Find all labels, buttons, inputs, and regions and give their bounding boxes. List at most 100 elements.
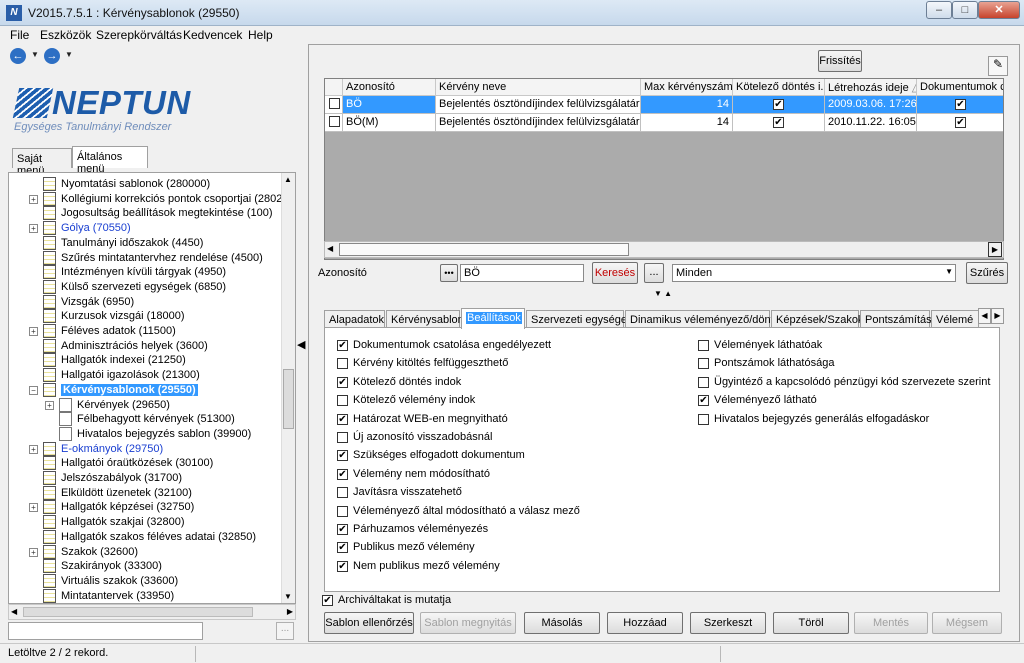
back-icon[interactable]: ← (10, 48, 26, 64)
tree-item[interactable]: Szakirányok (33300) (9, 559, 281, 574)
tree-item[interactable]: Vizsgák (6950) (9, 294, 281, 310)
column-header[interactable]: Létrehozás ideje △ (825, 79, 917, 96)
tree-item[interactable]: + E-okmányok (29750) (9, 441, 281, 457)
tree-item[interactable]: Hivatalos bejegyzés sablon (39900) (9, 426, 281, 442)
tree-item[interactable]: Hallgatói óraütközések (30100) (9, 456, 281, 471)
sablon-ellenorzes-button[interactable]: Sablon ellenőrzés (324, 612, 414, 634)
checkbox-box[interactable]: ✔ (337, 413, 348, 425)
checkbox-box[interactable] (337, 432, 348, 443)
tree-item[interactable]: + Féléves adatok (11500) (9, 324, 281, 339)
tree-item[interactable]: + Hallgatók képzései (32750) (9, 500, 281, 515)
row-select-checkbox[interactable] (325, 114, 343, 132)
chevron-down-icon[interactable]: ▼ (945, 267, 953, 276)
menu-file[interactable]: File (10, 28, 29, 42)
checkbox-box[interactable] (698, 376, 709, 388)
lookup-button[interactable]: ••• (440, 264, 458, 282)
menu-help[interactable]: Help (248, 28, 273, 42)
eraser-icon[interactable]: ✎ (988, 56, 1008, 76)
checkbox-box[interactable] (698, 413, 709, 425)
row-select-checkbox[interactable] (325, 96, 343, 114)
tree-item[interactable]: Virtuális szakok (33600) (9, 573, 281, 589)
expand-icon[interactable]: + (29, 503, 38, 513)
checkbox-box[interactable]: ✔ (698, 395, 709, 407)
minimize-icon[interactable]: – (926, 1, 952, 19)
maximize-icon[interactable]: □ (952, 1, 978, 19)
checkbox-box[interactable] (337, 487, 348, 499)
tree-item[interactable]: Hallgatói igazolások (21300) (9, 368, 281, 383)
grid-hscroll-thumb[interactable] (339, 243, 629, 256)
checkbox-box[interactable]: ✔ (337, 450, 348, 462)
checkbox-box[interactable] (698, 358, 709, 370)
column-header[interactable]: Max kérvényszám (641, 79, 733, 96)
tab-kepzesek-szakok[interactable]: Képzések/Szakok (771, 310, 863, 328)
forward-icon[interactable]: → (44, 48, 60, 64)
tree-item[interactable]: Elküldött üzenetek (32100) (9, 485, 281, 501)
tree-item[interactable]: Tanulmányi időszakok (4450) (9, 235, 281, 251)
tree-item[interactable]: Hallgatók szakos féléves adatai (32850) (9, 529, 281, 545)
tree-item[interactable]: + Kollégiumi korrekciós pontok csoportjai… (9, 191, 295, 207)
masolas-button[interactable]: Másolás (524, 612, 600, 634)
column-header[interactable]: Azonosító (343, 79, 436, 96)
checkbox-box[interactable]: ✔ (337, 542, 348, 554)
tab-alapadatok[interactable]: Alapadatok (324, 310, 385, 328)
checkbox-box[interactable] (337, 505, 348, 517)
archive-checkbox-box[interactable]: ✔ (322, 595, 333, 606)
refresh-button[interactable]: Frissítés (818, 50, 862, 72)
filter-select[interactable]: Minden ▼ (672, 264, 956, 282)
tree-item[interactable]: Nyomtatási sablonok (280000) (9, 177, 281, 192)
tree-item[interactable]: Félbehagyott kérvények (51300) (9, 412, 281, 427)
hozzaad-button[interactable]: Hozzáad (607, 612, 683, 634)
collapse-up-icon[interactable]: ▲ (664, 289, 672, 298)
scroll-left-icon[interactable]: ◀ (327, 244, 333, 253)
expand-icon[interactable]: + (45, 400, 54, 410)
tree-item[interactable]: + Gólya (70550) (9, 221, 281, 236)
tree-item[interactable]: + Kérvények (29650) (9, 397, 281, 413)
scroll-right-icon[interactable]: ▶ (988, 242, 1002, 257)
expand-icon[interactable]: + (29, 327, 38, 336)
tree-item[interactable]: Intézményen kívüli tárgyak (4950) (9, 265, 281, 280)
search-button[interactable]: Keresés (592, 262, 638, 284)
tab-scroll-right-icon[interactable]: ▶ (991, 308, 1004, 324)
checkbox-box[interactable]: ✔ (337, 468, 348, 480)
column-header[interactable]: Dokumentumok c... (917, 79, 1003, 96)
tree-item[interactable]: Jogosultság beállítások megtekintése (10… (9, 206, 281, 221)
expand-icon[interactable]: + (29, 224, 38, 234)
tab-scroll-left-icon[interactable]: ◀ (978, 308, 991, 324)
tab-sajat-menu[interactable]: Saját menü (12, 148, 72, 177)
column-header[interactable]: Kérvény neve (436, 79, 641, 96)
scroll-down-icon[interactable]: ▼ (284, 592, 292, 601)
back-dropdown-icon[interactable]: ▼ (31, 50, 39, 59)
torol-button[interactable]: Töröl (773, 612, 849, 634)
menu-szerepkorvaltas[interactable]: Szerepkörváltás (96, 28, 182, 42)
tree-item[interactable]: Jelszószabályok (31700) (9, 471, 281, 486)
tab-kervenysablon[interactable]: Kérvénysablon (386, 310, 464, 328)
filter-options-button[interactable]: ... (644, 263, 664, 283)
checkbox-box[interactable] (337, 358, 348, 370)
tab-pontszamitas[interactable]: Pontszámítás (860, 310, 932, 328)
collapse-down-icon[interactable]: ▼ (654, 289, 662, 298)
tab-dinamikus-velemenyezo[interactable]: Dinamikus véleményező/döntő (625, 310, 780, 328)
expand-icon[interactable]: + (29, 547, 38, 557)
tree-vertical-scrollbar[interactable]: ▲ ▼ (281, 173, 295, 603)
tab-velemeny[interactable]: Vélemé (931, 310, 979, 328)
tab-beallitasok[interactable]: Beállítások (461, 308, 525, 329)
filter-button[interactable]: Szűrés (966, 262, 1008, 284)
sablon-megnyitas-button[interactable]: Sablon megnyitás (420, 612, 516, 634)
checkbox-box[interactable]: ✔ (337, 340, 348, 351)
tree-item[interactable]: Mintatantervek (33950) (9, 588, 281, 603)
search-input[interactable]: BÖ (460, 264, 584, 282)
checkbox-box[interactable]: ✔ (337, 560, 348, 572)
tree-item[interactable]: Adminisztrációs helyek (3600) (9, 338, 281, 354)
tree-item[interactable]: Hallgatók szakjai (32800) (9, 515, 281, 530)
column-header[interactable]: Kötelező döntés i... (733, 79, 825, 96)
tree-item[interactable]: Szűrés mintatantervhez rendelése (4500) (9, 250, 281, 266)
tree-item[interactable]: + Szakok (32600) (9, 544, 281, 560)
expand-icon[interactable]: + (29, 444, 38, 454)
forward-dropdown-icon[interactable]: ▼ (65, 50, 73, 59)
megsem-button[interactable]: Mégsem (932, 612, 1002, 634)
checkbox-box[interactable]: ✔ (337, 376, 348, 388)
tree-item[interactable]: Hallgatók indexei (21250) (9, 353, 281, 368)
checkbox-box[interactable] (337, 395, 348, 407)
scroll-up-icon[interactable]: ▲ (284, 175, 292, 184)
tab-altalanos-menu[interactable]: Általános menü (72, 146, 148, 175)
